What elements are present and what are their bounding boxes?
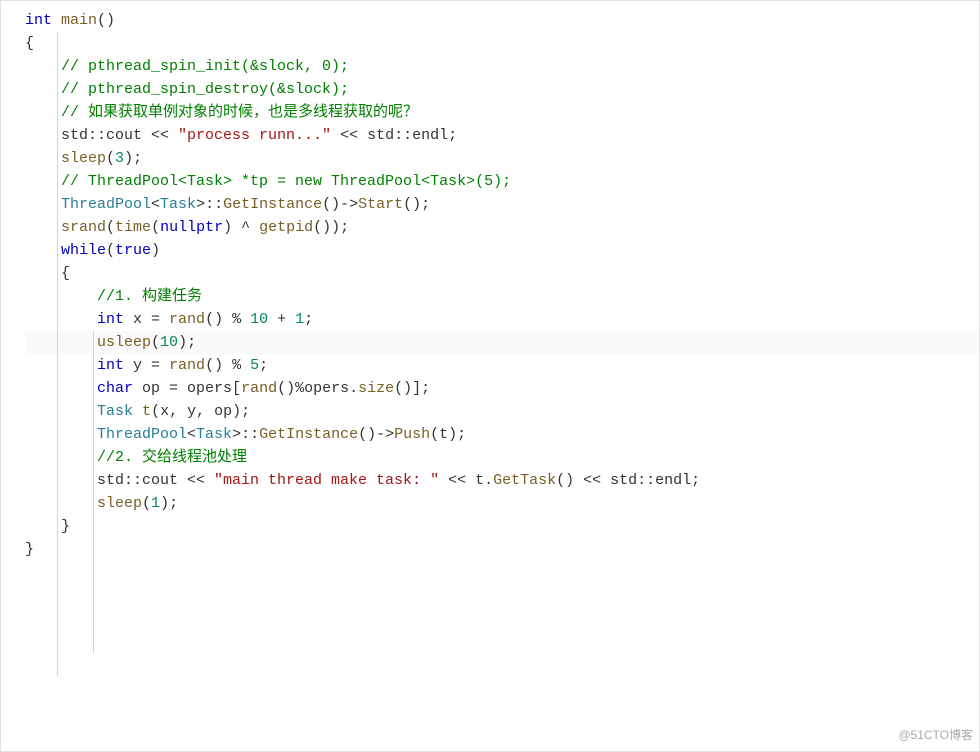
code-line: char op = opers[rand()%opers.size()];: [25, 377, 979, 400]
code-line: srand(time(nullptr) ^ getpid());: [25, 216, 979, 239]
code-line: int main(): [25, 9, 979, 32]
code-line: sleep(3);: [25, 147, 979, 170]
code-line: ThreadPool<Task>::GetInstance()->Start()…: [25, 193, 979, 216]
code-line: sleep(1);: [25, 492, 979, 515]
code-line: //2. 交给线程池处理: [25, 446, 979, 469]
code-line: int y = rand() % 5;: [25, 354, 979, 377]
code-line: // pthread_spin_init(&slock, 0);: [25, 55, 979, 78]
code-line: {: [25, 32, 979, 55]
code-line: }: [25, 538, 979, 561]
watermark-label: @51CTO博客: [898, 724, 973, 747]
code-line: // 如果获取单例对象的时候，也是多线程获取的呢？: [25, 101, 979, 124]
indent-guide: [57, 32, 58, 676]
code-line: std::cout << "main thread make task: " <…: [25, 469, 979, 492]
code-line: }: [25, 515, 979, 538]
code-line: while(true): [25, 239, 979, 262]
code-line: // pthread_spin_destroy(&slock);: [25, 78, 979, 101]
code-line: // ThreadPool<Task> *tp = new ThreadPool…: [25, 170, 979, 193]
code-line: ThreadPool<Task>::GetInstance()->Push(t)…: [25, 423, 979, 446]
code-line: Task t(x, y, op);: [25, 400, 979, 423]
indent-guide: [93, 331, 94, 653]
code-line: //1. 构建任务: [25, 285, 979, 308]
code-line: std::cout << "process runn..." << std::e…: [25, 124, 979, 147]
code-line: {: [25, 262, 979, 285]
code-block: int main() { // pthread_spin_init(&slock…: [25, 9, 979, 561]
code-line: int x = rand() % 10 + 1;: [25, 308, 979, 331]
code-line: usleep(10);: [25, 331, 979, 354]
